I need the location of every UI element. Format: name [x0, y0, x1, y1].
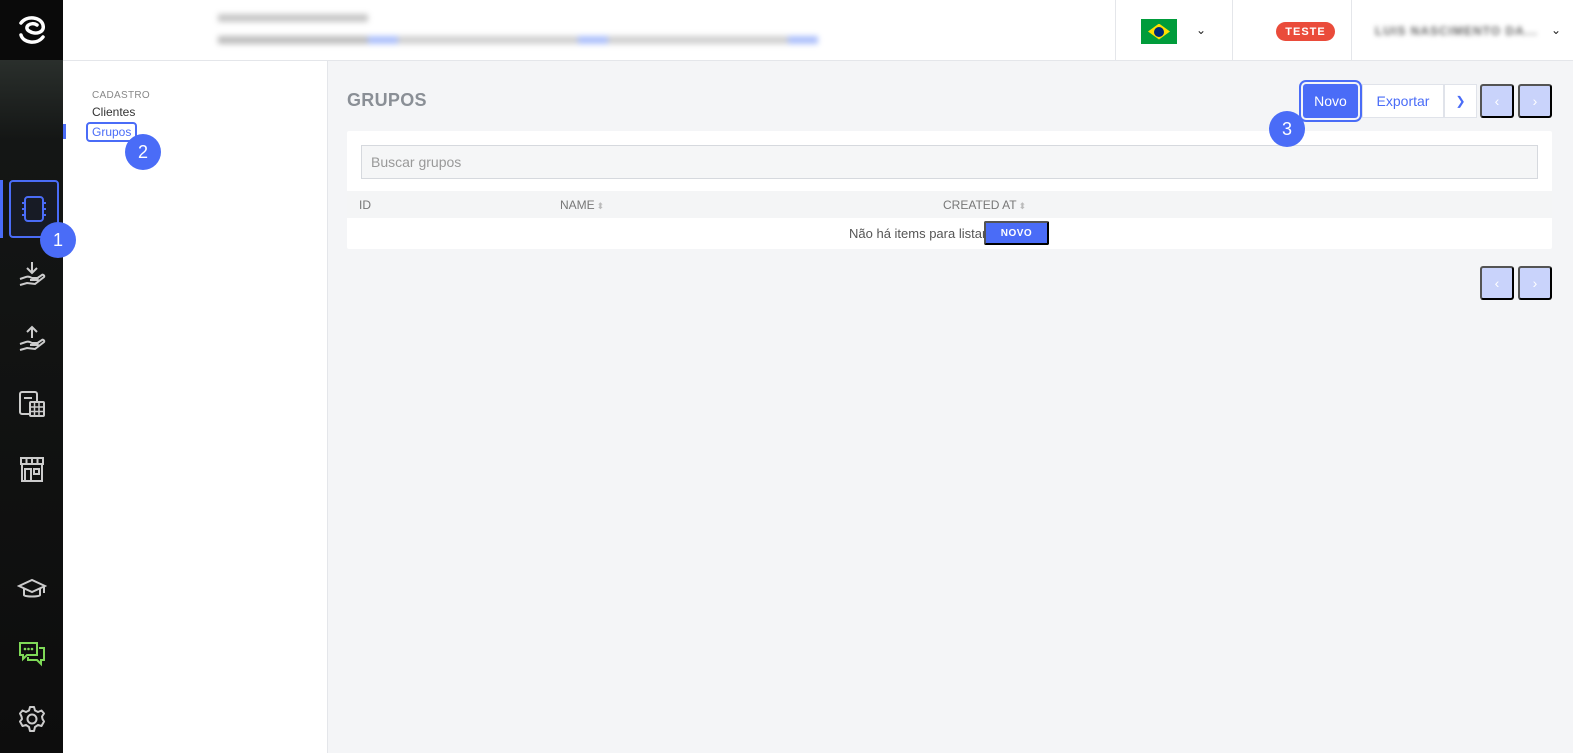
groups-table-card: Buscar grupos ID NAME ⬍ CREATED AT ⬍ Não h…: [347, 131, 1552, 249]
rail-item-finance[interactable]: [11, 383, 53, 425]
subnav-section-title: CADASTRO: [92, 90, 150, 101]
step-marker-2: 2: [125, 134, 161, 170]
top-header: ⌄ TESTE LUIS NASCIMENTO DA... ⌄: [63, 0, 1573, 61]
new-button[interactable]: Novo: [1299, 80, 1362, 122]
chevron-down-icon: ❯: [1455, 94, 1466, 108]
blurred-notice: [218, 10, 828, 52]
hand-send-icon: [19, 325, 46, 351]
environment-badge: TESTE: [1276, 22, 1335, 41]
search-input[interactable]: Buscar grupos: [361, 145, 1538, 179]
notebook-icon: [22, 196, 46, 222]
logo-icon: [18, 16, 45, 44]
rail-item-chat[interactable]: [11, 633, 53, 675]
empty-state-text: Não há items para listar.: [849, 226, 990, 241]
header-divider: [1351, 0, 1352, 61]
gear-icon: [19, 706, 45, 732]
rail-item-receive[interactable]: [11, 253, 53, 295]
calculator-icon: [19, 391, 45, 417]
prev-page-button-bottom[interactable]: ‹: [1480, 266, 1514, 300]
step-marker-1: 1: [40, 222, 76, 258]
column-header-name[interactable]: NAME ⬍: [560, 198, 604, 212]
chevron-down-icon[interactable]: ⌄: [1196, 23, 1206, 37]
store-icon: [20, 457, 44, 482]
rail-item-settings[interactable]: [11, 698, 53, 740]
sort-icon: ⬍: [1018, 201, 1027, 211]
rail-active-indicator: [0, 180, 3, 238]
export-button[interactable]: Exportar: [1362, 84, 1444, 118]
sort-icon: ⬍: [596, 201, 605, 211]
subnav-item-clientes[interactable]: Clientes: [92, 105, 135, 119]
step-marker-3: 3: [1269, 111, 1305, 147]
rail-item-academy[interactable]: [11, 568, 53, 610]
graduation-cap-icon: [17, 578, 47, 598]
next-page-button-bottom[interactable]: ›: [1518, 266, 1552, 300]
next-page-button[interactable]: ›: [1518, 84, 1552, 118]
rail-item-send[interactable]: [11, 318, 53, 360]
brazil-flag-icon[interactable]: [1141, 19, 1177, 44]
secondary-sidebar: CADASTRO Clientes Grupos: [63, 61, 328, 753]
icon-rail: [0, 0, 63, 753]
user-menu-name[interactable]: LUIS NASCIMENTO DA...: [1375, 24, 1538, 38]
header-divider: [1115, 0, 1116, 61]
table-header: ID NAME ⬍ CREATED AT ⬍: [347, 191, 1552, 218]
page-title: GRUPOS: [347, 90, 427, 110]
rail-item-store[interactable]: [11, 448, 53, 490]
chevron-down-icon[interactable]: ⌄: [1551, 23, 1561, 37]
hand-receive-icon: [19, 262, 46, 286]
column-header-created-at[interactable]: CREATED AT ⬍: [943, 198, 1026, 212]
app-logo[interactable]: [0, 0, 63, 60]
subnav-active-indicator: [63, 124, 66, 139]
column-header-id[interactable]: ID: [359, 198, 371, 212]
prev-page-button[interactable]: ‹: [1480, 84, 1514, 118]
header-divider: [1232, 0, 1233, 61]
export-options-button[interactable]: ❯: [1444, 84, 1477, 118]
empty-state-new-button[interactable]: NOVO: [984, 221, 1049, 245]
chat-icon: [19, 642, 45, 667]
